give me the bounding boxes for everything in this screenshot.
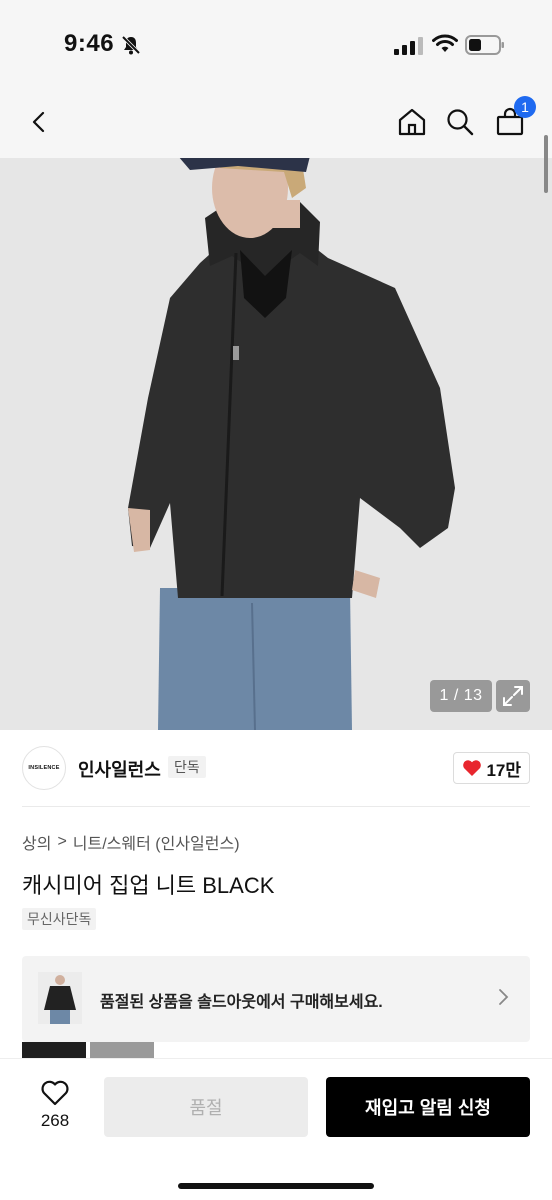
breadcrumb: 상의 > 니트/스웨터 (인사일런스) bbox=[22, 830, 240, 854]
back-button[interactable] bbox=[20, 102, 60, 142]
image-counter: 1 / 13 bbox=[430, 680, 492, 712]
expand-image-button[interactable] bbox=[496, 680, 530, 712]
battery-icon bbox=[465, 35, 505, 55]
cellular-signal-icon bbox=[394, 37, 424, 55]
brand-row: INSILENCE 인사일런스 단독 17만 bbox=[22, 744, 530, 792]
bottom-action-bar: 268 품절 재입고 알림 신청 bbox=[0, 1058, 552, 1200]
cart-button[interactable]: 1 bbox=[490, 96, 536, 142]
brand-logo-text: INSILENCE bbox=[28, 765, 60, 771]
product-photo bbox=[0, 158, 552, 730]
back-chevron-icon bbox=[32, 111, 45, 133]
search-icon bbox=[447, 109, 474, 136]
status-bar: 9:46 bbox=[0, 0, 552, 92]
exclusive-tag: 단독 bbox=[168, 756, 206, 778]
soldout-marketplace-banner[interactable]: 품절된 상품을 솔드아웃에서 구매해보세요. bbox=[22, 956, 530, 1042]
heart-outline-icon bbox=[41, 1080, 69, 1106]
brand-name-link[interactable]: 인사일런스 bbox=[78, 756, 161, 782]
soldout-banner-text: 품절된 상품을 솔드아웃에서 구매해보세요. bbox=[100, 994, 383, 1011]
brand-like-button[interactable]: 17만 bbox=[453, 752, 530, 784]
wishlist-count: 268 bbox=[40, 1111, 70, 1130]
restock-alert-button[interactable]: 재입고 알림 신청 bbox=[326, 1077, 530, 1137]
product-title: 캐시미어 집업 니트 BLACK bbox=[22, 873, 275, 898]
home-indicator[interactable] bbox=[178, 1183, 374, 1189]
breadcrumb-separator: > bbox=[57, 833, 67, 850]
breadcrumb-category[interactable]: 상의 bbox=[22, 830, 51, 854]
divider bbox=[22, 806, 530, 807]
top-navigation-bar: 1 bbox=[0, 92, 552, 158]
wifi-icon bbox=[432, 34, 458, 54]
soldout-button: 품절 bbox=[104, 1077, 308, 1137]
brand-like-count: 17만 bbox=[486, 760, 521, 780]
search-button[interactable] bbox=[440, 102, 480, 142]
scrollbar-thumb[interactable] bbox=[544, 135, 548, 193]
home-icon bbox=[398, 108, 426, 136]
heart-filled-icon bbox=[463, 760, 482, 776]
status-time: 9:46 bbox=[64, 30, 115, 57]
expand-icon bbox=[503, 686, 523, 706]
product-image-carousel[interactable]: 1 / 13 bbox=[0, 158, 552, 730]
cart-count-badge: 1 bbox=[514, 96, 536, 118]
chevron-right-icon bbox=[498, 988, 510, 1011]
soldout-thumbnail bbox=[38, 972, 82, 1024]
breadcrumb-subcategory[interactable]: 니트/스웨터 (인사일런스) bbox=[73, 830, 240, 854]
musinsa-exclusive-badge: 무신사단독 bbox=[22, 908, 97, 930]
brand-logo[interactable]: INSILENCE bbox=[22, 746, 66, 790]
bell-off-icon bbox=[120, 34, 142, 56]
wishlist-button[interactable]: 268 bbox=[30, 1079, 80, 1139]
home-button[interactable] bbox=[392, 102, 432, 142]
